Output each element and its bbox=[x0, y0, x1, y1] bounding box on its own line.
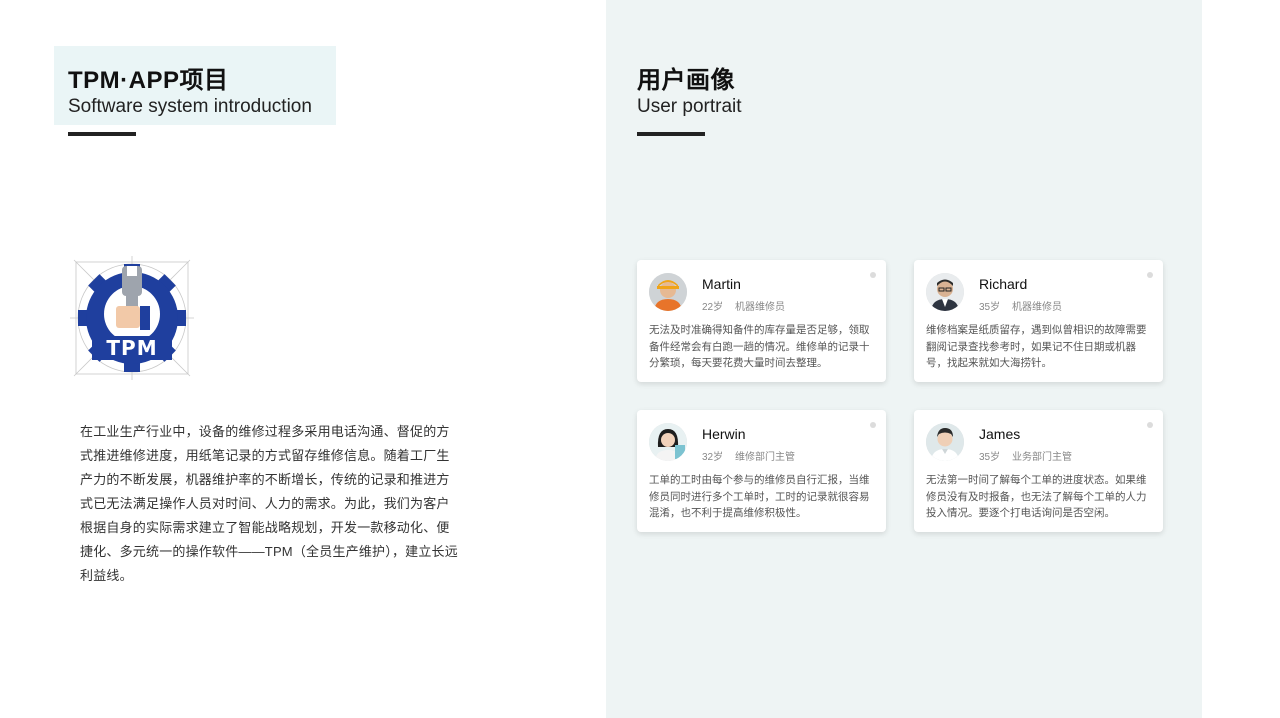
persona-card-richard: Richard 35岁 机器维修员 维修档案是纸质留存，遇到似曾相识的故障需要翻… bbox=[914, 260, 1163, 382]
persona-description: 维修档案是纸质留存，遇到似曾相识的故障需要翻阅记录查找参考时，如果记不住日期或机… bbox=[926, 324, 1147, 369]
persona-card-herwin: Herwin 32岁 维修部门主管 工单的工时由每个参与的维修员自行汇报，当维修… bbox=[637, 410, 886, 532]
persona-role: 维修部门主管 bbox=[735, 452, 795, 463]
card-dot bbox=[1147, 272, 1153, 278]
tpm-logo-icon bbox=[70, 256, 194, 380]
persona-age: 35岁 bbox=[979, 452, 1001, 463]
persona-description: 无法及时准确得知备件的库存量是否足够，领取备件经常会有白跑一趟的情况。维修单的记… bbox=[649, 324, 870, 369]
tpm-logo: TPM bbox=[70, 256, 194, 380]
persona-age: 35岁 bbox=[979, 302, 1001, 313]
persona-role: 机器维修员 bbox=[1012, 302, 1062, 313]
persona-name: Herwin bbox=[702, 426, 746, 442]
persona-card-martin: Martin 22岁 机器维修员 无法及时准确得知备件的库存量是否足够，领取备件… bbox=[637, 260, 886, 382]
persona-name: Richard bbox=[979, 276, 1028, 292]
title-underline bbox=[68, 132, 136, 136]
card-dot bbox=[870, 422, 876, 428]
project-subtitle: Software system introduction bbox=[68, 96, 312, 117]
worker-avatar-icon bbox=[649, 273, 687, 311]
persona-description: 无法第一时间了解每个工单的进度状态。如果维修员没有及时报备，也无法了解每个工单的… bbox=[926, 474, 1147, 519]
persona-description: 工单的工时由每个参与的维修员自行汇报，当维修员同时进行多个工单时，工时的记录就很… bbox=[649, 474, 870, 519]
card-dot bbox=[870, 272, 876, 278]
persona-age: 22岁 bbox=[702, 302, 724, 313]
portrait-title-underline bbox=[637, 132, 705, 136]
intro-paragraph: 在工业生产行业中，设备的维修过程多采用电话沟通、督促的方式推进维修进度，用纸笔记… bbox=[80, 424, 458, 583]
man-glasses-avatar-icon bbox=[926, 273, 964, 311]
woman-avatar-icon bbox=[649, 423, 687, 461]
portrait-title: 用户画像 bbox=[637, 67, 735, 94]
card-dot bbox=[1147, 422, 1153, 428]
persona-role: 机器维修员 bbox=[735, 302, 785, 313]
persona-name: James bbox=[979, 426, 1021, 442]
man-avatar-icon bbox=[926, 423, 964, 461]
persona-name: Martin bbox=[702, 276, 741, 292]
persona-age: 32岁 bbox=[702, 452, 724, 463]
project-title: TPM·APP项目 bbox=[68, 67, 229, 94]
persona-card-james: James 35岁 业务部门主管 无法第一时间了解每个工单的进度状态。如果维修员… bbox=[914, 410, 1163, 532]
persona-role: 业务部门主管 bbox=[1012, 452, 1072, 463]
portrait-subtitle: User portrait bbox=[637, 96, 742, 117]
logo-text: TPM bbox=[106, 336, 158, 360]
